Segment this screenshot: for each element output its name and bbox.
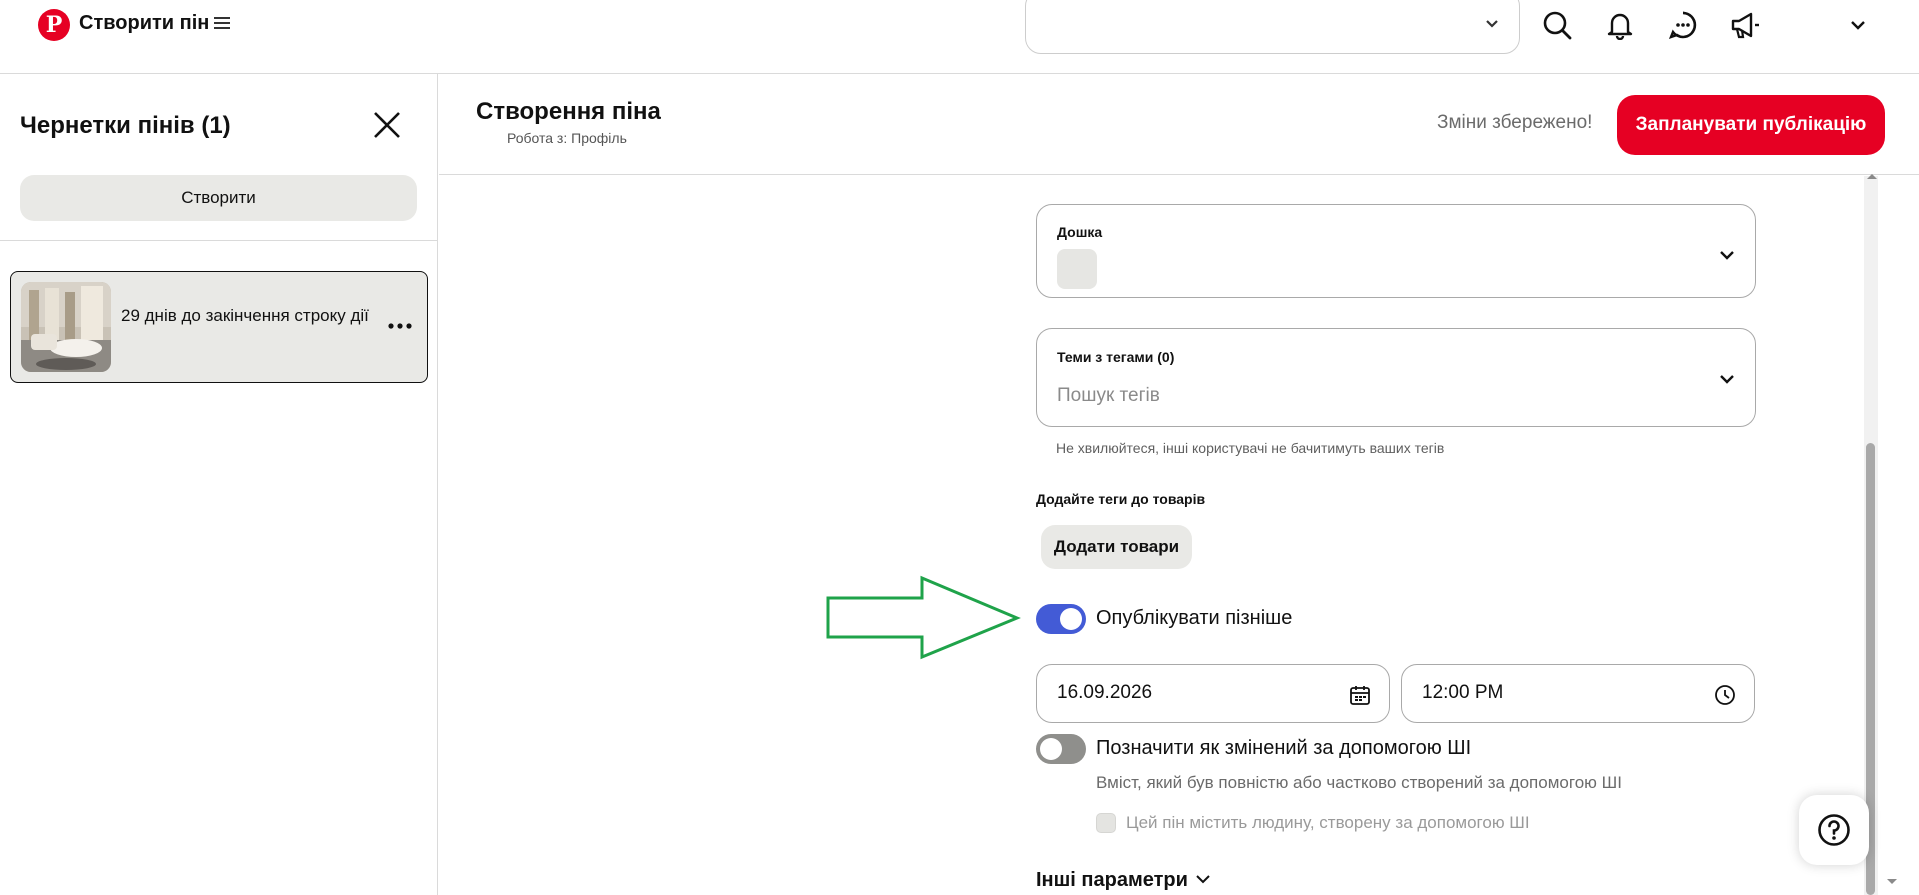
pinterest-logo-icon[interactable]: P [38,9,70,41]
board-select[interactable]: Дошка [1036,204,1756,298]
tags-label: Теми з тегами (0) [1057,349,1175,365]
products-label: Додайте теги до товарів [1036,491,1206,507]
page-title: Створення піна [476,98,661,125]
publish-later-toggle[interactable] [1036,604,1086,634]
chevron-down-icon [1196,875,1210,884]
chevron-down-icon [1486,20,1498,28]
top-bar: P Створити пін [0,0,1919,74]
main-header: Створення піна Робота з: Профіль Зміни з… [439,74,1919,175]
tags-helper-text: Не хвилюйтеся, інші користувачі не бачит… [1056,440,1445,456]
schedule-publish-button[interactable]: Запланувати публікацію [1617,95,1885,155]
megaphone-icon[interactable] [1729,9,1761,41]
question-icon [1818,814,1850,846]
create-draft-button[interactable]: Створити [20,175,417,221]
saved-status: Зміни збережено! [1437,112,1593,133]
drafts-title: Чернетки пінів (1) [20,112,231,139]
chevron-down-icon [1720,251,1734,260]
bell-icon[interactable] [1604,9,1636,41]
clock-icon[interactable] [1714,684,1736,706]
more-options-icon[interactable] [386,316,414,336]
scroll-down-icon[interactable] [1886,878,1898,886]
more-params-toggle[interactable]: Інші параметри [1036,869,1188,892]
draft-thumbnail [21,282,111,372]
close-icon[interactable] [372,110,402,140]
publish-later-label: Опублікувати пізніше [1096,607,1293,629]
chevron-down-icon [1720,375,1734,384]
draft-item[interactable]: 29 днів до закінчення строку дії [10,271,428,383]
time-value: 12:00 PM [1422,682,1504,703]
draft-expiry-label: 29 днів до закінчення строку дії [121,306,369,325]
account-select[interactable] [1025,0,1520,54]
board-label: Дошка [1057,224,1103,240]
tags-field[interactable]: Теми з тегами (0) [1036,328,1756,427]
search-icon[interactable] [1541,9,1573,41]
app-title[interactable]: Створити пін [79,12,209,35]
annotation-arrow-icon [826,575,1021,660]
hamburger-menu-icon[interactable] [214,15,230,31]
ai-modified-toggle[interactable] [1036,734,1086,764]
ai-person-label: Цей пін містить людину, створену за допо… [1126,813,1530,832]
account-chevron-icon[interactable] [1842,9,1874,41]
ai-person-checkbox[interactable] [1096,813,1116,833]
help-button[interactable] [1799,795,1869,865]
add-products-button[interactable]: Додати товари [1041,525,1192,569]
calendar-icon[interactable] [1349,684,1371,706]
tags-search-input[interactable] [1057,385,1657,407]
page-subtitle: Робота з: Профіль [507,130,627,146]
scroll-up-icon[interactable] [1866,172,1878,180]
date-value: 16.09.2026 [1057,682,1153,703]
ai-description: Вміст, який був повністю або частково ст… [1096,773,1622,792]
drafts-panel: Чернетки пінів (1) Створити 29 днів до з… [0,74,438,895]
board-thumbnail [1057,249,1097,289]
ai-modified-label: Позначити як змінений за допомогою ШІ [1096,737,1472,759]
time-field[interactable]: 12:00 PM [1401,664,1755,723]
date-field[interactable]: 16.09.2026 [1036,664,1390,723]
chat-icon[interactable] [1667,9,1699,41]
divider [0,240,438,241]
